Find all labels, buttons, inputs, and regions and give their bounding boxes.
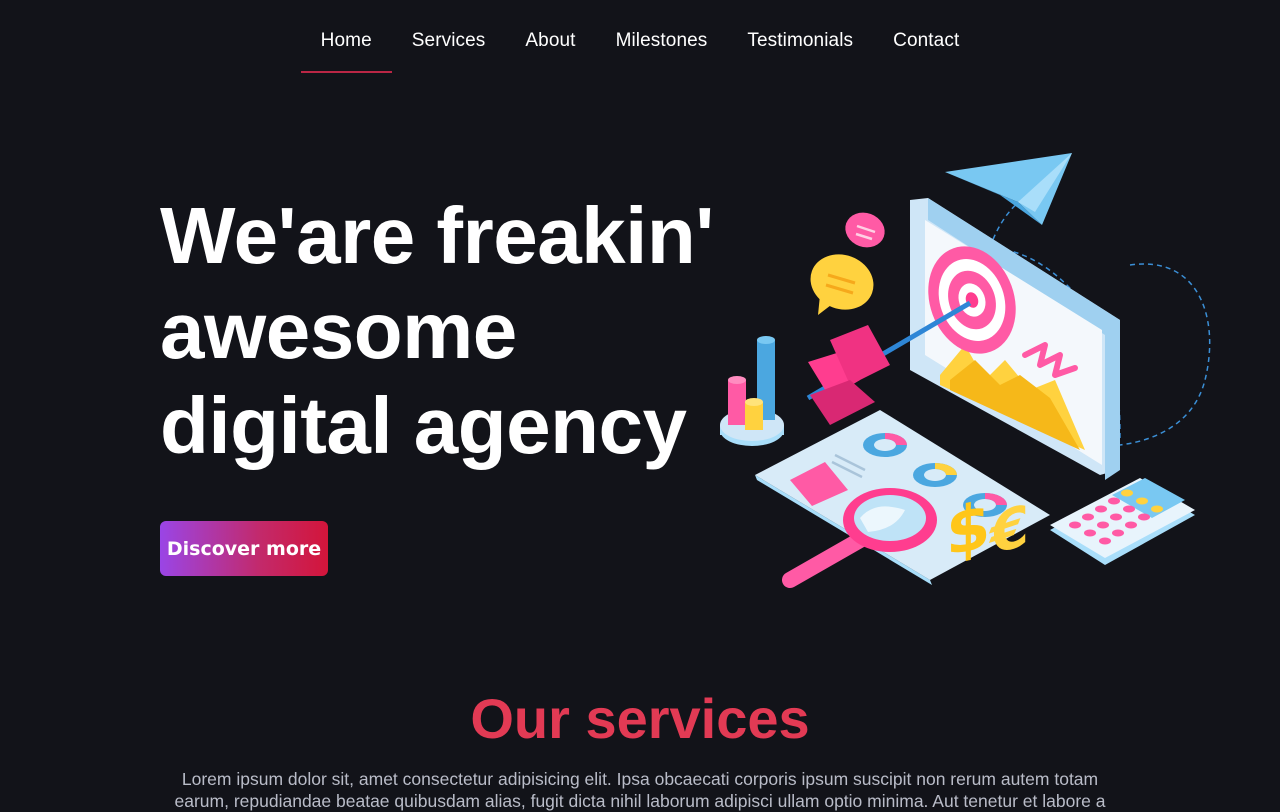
chat-bubble-icon [810,212,885,315]
monitor-icon [910,198,1120,480]
discover-more-button[interactable]: Discover more [160,521,328,576]
calculator-icon [1050,478,1195,565]
dollar-icon: $ [946,488,991,572]
nav-item-contact[interactable]: Contact [873,30,979,73]
bar-chart-icon [720,336,784,446]
hero-title-line-3: digital agency [160,381,687,470]
hero-title-line-1: We'are freakin' [160,191,714,280]
nav-item-milestones[interactable]: Milestones [596,30,728,73]
services-title: Our services [470,687,810,750]
services-description: Lorem ipsum dolor sit, amet consectetur … [174,769,1106,811]
nav-list: Home Services About Milestones Testimoni… [300,30,980,73]
nav-item-testimonials[interactable]: Testimonials [727,30,873,73]
hero-title-line-2: awesome [160,286,517,375]
svg-text:€: € [988,491,1029,570]
nav-item-home[interactable]: Home [300,30,392,73]
hero-illustration: $ € [720,153,1211,588]
hero-title: We'are freakin' awesome digital agency [160,188,760,473]
main-nav: Home Services About Milestones Testimoni… [0,0,1280,80]
paper-plane-icon [945,153,1072,225]
euro-icon: € [988,491,1029,570]
nav-item-services[interactable]: Services [392,30,506,73]
nav-item-about[interactable]: About [505,30,595,73]
svg-text:$: $ [946,488,991,572]
